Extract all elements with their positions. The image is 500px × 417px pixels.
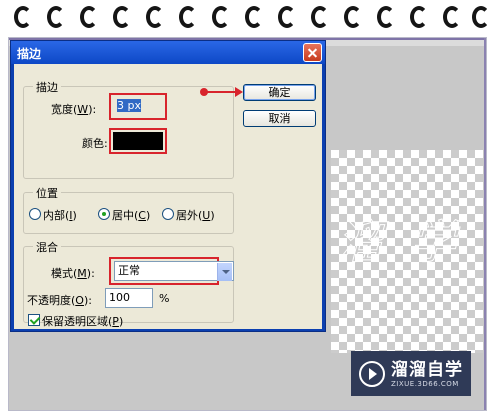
canvas-border-line [484, 38, 486, 410]
opacity-unit: % [159, 292, 170, 305]
dialog-title: 描边 [17, 47, 42, 61]
close-icon[interactable] [303, 43, 322, 62]
stroke-color-swatch[interactable] [113, 132, 163, 150]
ring-icon [472, 6, 490, 28]
radio-center-label[interactable]: 居中(C) [112, 207, 150, 223]
dialog-client: 描边 宽度(W): 3 px 颜色: 确定 取消 位置 内部(I) 居中(C) … [14, 64, 322, 329]
transparent-canvas[interactable]: 溜 学 堂 [331, 150, 483, 353]
chevron-down-icon[interactable] [217, 263, 232, 281]
color-label: 颜色: [82, 137, 108, 150]
watermark-title: 溜溜自学 [391, 360, 463, 380]
ring-icon [113, 6, 131, 28]
ring-icon [47, 6, 65, 28]
dialog-title-bar[interactable]: 描边 [11, 41, 325, 64]
stroke-dialog: 描边 描边 宽度(W): 3 px 颜色: 确定 取消 位置 内部(I) 居中(… [10, 40, 326, 332]
blend-group-legend: 混合 [33, 239, 61, 255]
width-label: 宽度(W): [51, 103, 97, 116]
stroke-group-legend: 描边 [33, 79, 61, 95]
notebook-rings [0, 0, 500, 34]
ring-icon [311, 6, 329, 28]
ring-icon [377, 6, 395, 28]
radio-outside-label[interactable]: 居外(U) [176, 207, 215, 223]
preserve-transparency-label[interactable]: 保留透明区域(P) [42, 313, 123, 329]
ok-button[interactable]: 确定 [243, 84, 316, 101]
width-input[interactable]: 3 px [114, 97, 162, 115]
preserve-transparency-checkbox[interactable] [28, 314, 40, 326]
radio-inside-label[interactable]: 内部(I) [43, 207, 77, 223]
annotation-arrow-head-icon [235, 87, 243, 97]
radio-inside[interactable] [29, 208, 41, 220]
ring-icon [212, 6, 230, 28]
mode-label: 模式(M): [51, 267, 95, 280]
stroked-text-layer: 溜 学 堂 [337, 215, 483, 267]
ring-icon [14, 6, 32, 28]
cancel-button[interactable]: 取消 [243, 110, 316, 127]
play-logo-icon [359, 361, 385, 387]
opacity-label: 不透明度(O): [27, 294, 92, 307]
ring-icon [410, 6, 428, 28]
ring-icon [146, 6, 164, 28]
watermark-subtitle: ZIXUE.3D66.COM [391, 380, 459, 388]
radio-center[interactable] [98, 208, 110, 220]
ring-icon [443, 6, 461, 28]
ring-icon [278, 6, 296, 28]
blend-group: 混合 模式(M): 正常 不透明度(O): 100 % 保留透明区域(P) [23, 239, 234, 328]
blend-mode-select[interactable]: 正常 [114, 261, 234, 281]
radio-outside[interactable] [162, 208, 174, 220]
ring-icon [80, 6, 98, 28]
stroke-group: 描边 宽度(W): 3 px 颜色: [23, 79, 234, 179]
ring-icon [245, 6, 263, 28]
position-group-legend: 位置 [33, 185, 61, 201]
annotation-arrow-line [206, 91, 236, 93]
ring-icon [179, 6, 197, 28]
position-group: 位置 内部(I) 居中(C) 居外(U) [23, 185, 234, 234]
ring-icon [344, 6, 362, 28]
opacity-input[interactable]: 100 [105, 288, 153, 308]
watermark: 溜溜自学 ZIXUE.3D66.COM [351, 351, 471, 396]
